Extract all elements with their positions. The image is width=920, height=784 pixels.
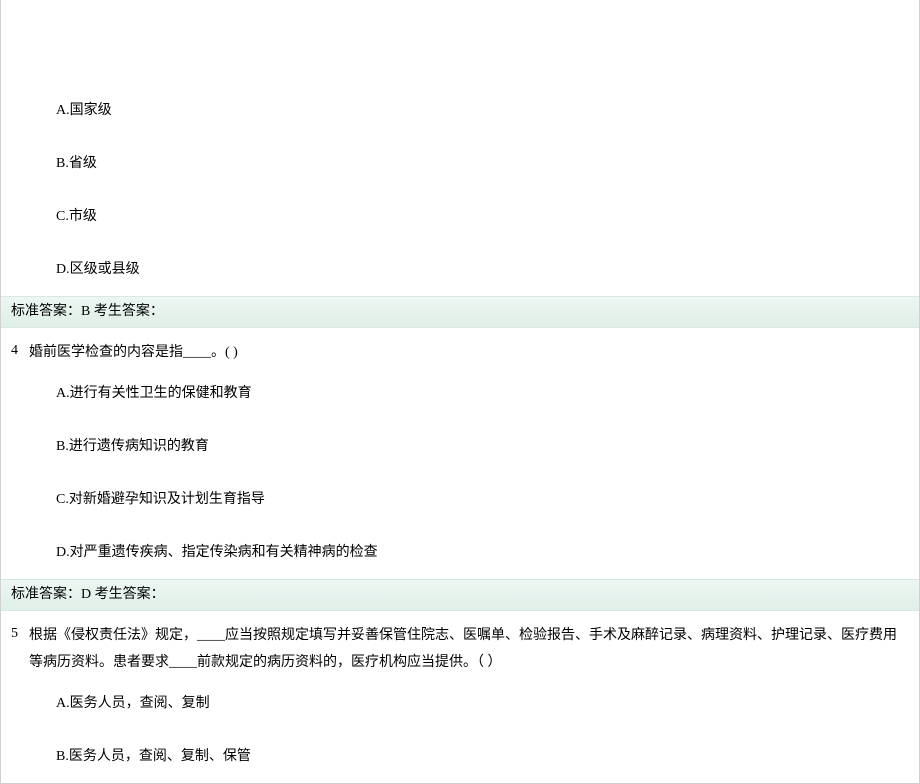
option-a: A.进行有关性卫生的保健和教育: [56, 383, 919, 404]
question-number: 4: [11, 340, 29, 362]
option-block: C.对新婚避孕知识及计划生育指导: [1, 473, 919, 526]
option-block: D.区级或县级: [1, 243, 919, 296]
option-d: D.对严重遗传疾病、指定传染病和有关精神病的检查: [56, 542, 919, 563]
question-row: 4 婚前医学检查的内容是指____。( ): [1, 328, 919, 367]
option-block: B.医务人员，查阅、复制、保管: [1, 730, 919, 783]
question-row: 5 根据《侵权责任法》规定，____应当按照规定填写并妥善保管住院志、医嘱单、检…: [1, 611, 919, 676]
option-a: A.国家级: [56, 100, 919, 121]
question-text: 婚前医学检查的内容是指____。( ): [29, 340, 909, 367]
option-block: A.国家级: [1, 0, 919, 137]
option-d: D.区级或县级: [56, 259, 919, 280]
option-block: B.省级: [1, 137, 919, 190]
option-c: C.对新婚避孕知识及计划生育指导: [56, 489, 919, 510]
option-block: B.进行遗传病知识的教育: [1, 420, 919, 473]
document-container: A.国家级 B.省级 C.市级 D.区级或县级 标准答案：B 考生答案： 4 婚…: [0, 0, 920, 784]
option-block: C.市级: [1, 190, 919, 243]
option-b: B.进行遗传病知识的教育: [56, 436, 919, 457]
option-b: B.省级: [56, 153, 919, 174]
option-block: A.进行有关性卫生的保健和教育: [1, 367, 919, 420]
question-number: 5: [11, 623, 29, 645]
option-block: D.对严重遗传疾病、指定传染病和有关精神病的检查: [1, 526, 919, 579]
answer-bar: 标准答案：D 考生答案：: [1, 579, 919, 611]
option-block: A.医务人员，查阅、复制: [1, 677, 919, 730]
option-c: C.市级: [56, 206, 919, 227]
answer-bar: 标准答案：B 考生答案：: [1, 296, 919, 328]
option-a: A.医务人员，查阅、复制: [56, 693, 919, 714]
option-b: B.医务人员，查阅、复制、保管: [56, 746, 919, 767]
question-text: 根据《侵权责任法》规定，____应当按照规定填写并妥善保管住院志、医嘱单、检验报…: [29, 623, 909, 676]
